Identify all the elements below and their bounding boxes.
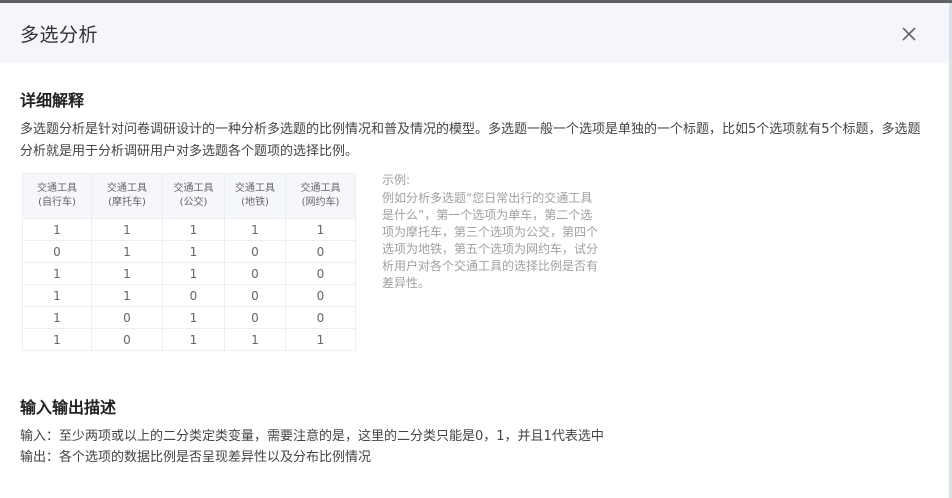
table-cell: 1 [162, 218, 225, 241]
table-cell: 1 [91, 240, 163, 263]
table-cell: 1 [22, 306, 92, 329]
section-title-detail: 详细解释 [20, 91, 85, 110]
table-cell: 1 [22, 262, 92, 285]
table-cell: 0 [224, 240, 286, 263]
table-cell: 0 [22, 240, 92, 263]
table-cell: 0 [224, 306, 286, 329]
detail-description: 多选题分析是针对问卷调研设计的一种分析多选题的比例情况和普及情况的模型。多选题一… [20, 122, 921, 159]
table-cell: 1 [22, 218, 92, 241]
io-input-description: 输入：至少两项或以上的二分类定类变量，需要注意的是，这里的二分类只能是0，1，并… [20, 429, 604, 444]
table-row: 1 1 1 0 0 [22, 262, 356, 285]
example-note-title: 示例: [382, 173, 411, 187]
table-cell: 1 [162, 240, 225, 263]
table-cell: 1 [224, 328, 286, 351]
table-header-cell: 交通工具 (公交) [162, 173, 225, 219]
close-icon [902, 27, 916, 41]
table-header-cell: 交通工具 (地铁) [224, 173, 286, 219]
table-cell: 1 [91, 262, 163, 285]
table-row: 1 1 1 1 1 [22, 218, 356, 241]
table-row: 1 0 1 1 1 [22, 328, 356, 351]
table-cell: 0 [285, 262, 356, 285]
table-cell: 0 [224, 262, 286, 285]
table-cell: 1 [285, 218, 356, 241]
section-title-io: 输入输出描述 [20, 398, 117, 417]
table-row: 1 1 0 0 0 [22, 284, 356, 307]
dialog-header: 多选分析 [0, 3, 952, 63]
example-note-text: 例如分析多选题“您日常出行的交通工具是什么”，第一个选项为单车，第二个选项为摩托… [382, 191, 599, 290]
close-button[interactable] [898, 23, 920, 45]
dialog-title: 多选分析 [20, 24, 99, 46]
table-cell: 0 [224, 284, 286, 307]
table-cell: 1 [91, 218, 163, 241]
table-header-row: 交通工具 (自行车) 交通工具 (摩托车) 交通工具 (公交) 交通工具 (地铁) 交通… [22, 173, 356, 219]
table-cell: 0 [285, 240, 356, 263]
table-cell: 1 [224, 218, 286, 241]
table-cell: 0 [285, 306, 356, 329]
table-cell: 1 [162, 328, 225, 351]
example-note: 示例: 例如分析多选题“您日常出行的交通工具是什么”，第一个选项为单车，第二个选… [382, 172, 604, 292]
io-output-description: 输出：各个选项的数据比例是否呈现差异性以及分布比例情况 [20, 450, 372, 465]
example-table: 交通工具 (自行车) 交通工具 (摩托车) 交通工具 (公交) 交通工具 (地铁) 交通… [22, 173, 356, 351]
table-cell: 0 [91, 328, 163, 351]
table-cell: 1 [91, 284, 163, 307]
table-row: 1 0 1 0 0 [22, 306, 356, 329]
table-cell: 1 [285, 328, 356, 351]
table-cell: 1 [22, 328, 92, 351]
table-cell: 0 [285, 284, 356, 307]
table-cell: 0 [162, 284, 225, 307]
table-cell: 1 [162, 306, 225, 329]
table-header-cell: 交通工具 (摩托车) [91, 173, 163, 219]
table-cell: 0 [91, 306, 163, 329]
table-cell: 1 [162, 262, 225, 285]
table-header-cell: 交通工具 (网约车) [285, 173, 356, 219]
table-header-cell: 交通工具 (自行车) [22, 173, 92, 219]
table-cell: 1 [22, 284, 92, 307]
table-row: 0 1 1 0 0 [22, 240, 356, 263]
